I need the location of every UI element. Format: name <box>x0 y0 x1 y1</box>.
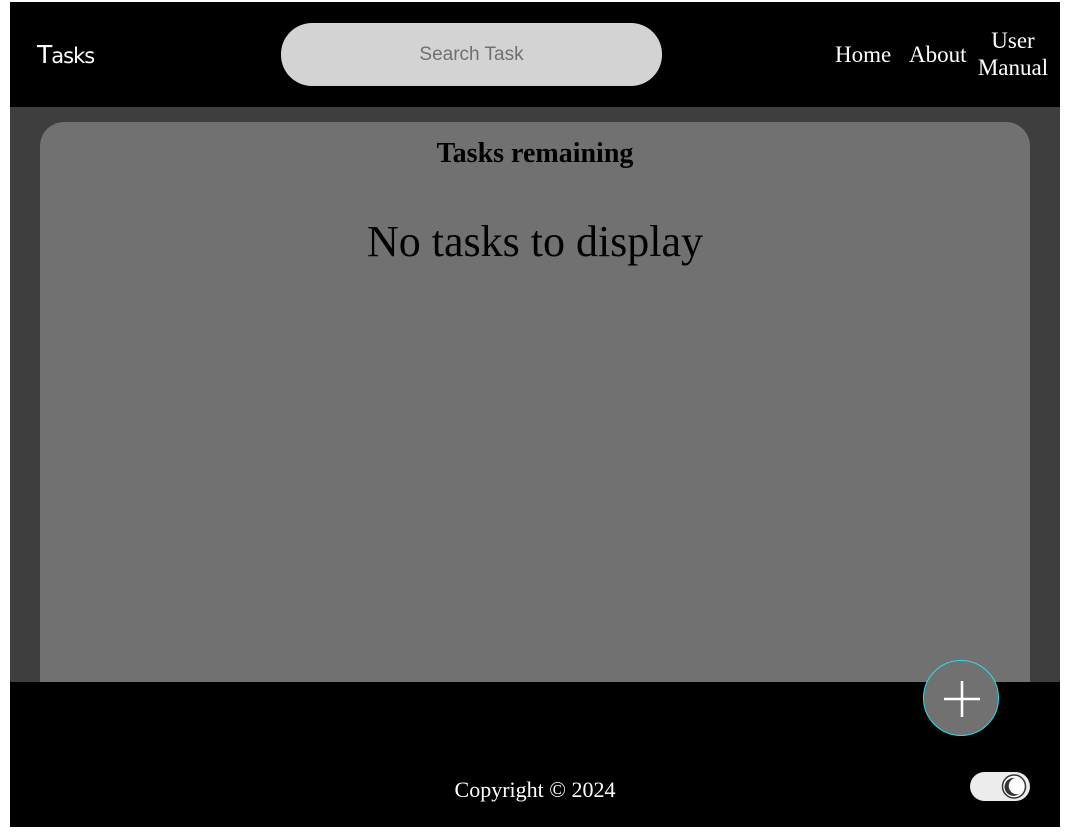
nav-user-manual-line2: Manual <box>977 55 1049 80</box>
logo-rest: asks <box>51 44 95 68</box>
panel-title: Tasks remaining <box>436 138 634 169</box>
app-logo[interactable]: Tasks <box>37 40 95 71</box>
nav-user-manual-link[interactable]: User Manual <box>976 27 1050 81</box>
add-task-button[interactable] <box>923 660 999 736</box>
moon-icon <box>1001 774 1027 799</box>
nav-home-link[interactable]: Home <box>835 41 891 68</box>
logo-initial: T <box>37 40 52 69</box>
nav-user-manual-line1: User <box>991 28 1035 53</box>
main-area: Tasks remaining No tasks to display <box>10 107 1060 712</box>
theme-toggle[interactable] <box>970 772 1030 801</box>
app-window: Tasks Home About User Manual Tasks remai… <box>10 2 1060 827</box>
header-bar: Tasks Home About User Manual <box>10 2 1060 107</box>
nav-about-link[interactable]: About <box>909 41 967 68</box>
search-input[interactable] <box>281 23 662 86</box>
tasks-panel: Tasks remaining No tasks to display <box>40 122 1030 712</box>
empty-state-message: No tasks to display <box>366 217 704 266</box>
copyright-text: Copyright © 2024 <box>454 777 616 802</box>
footer: Copyright © 2024 <box>10 682 1060 827</box>
plus-icon <box>944 681 980 717</box>
